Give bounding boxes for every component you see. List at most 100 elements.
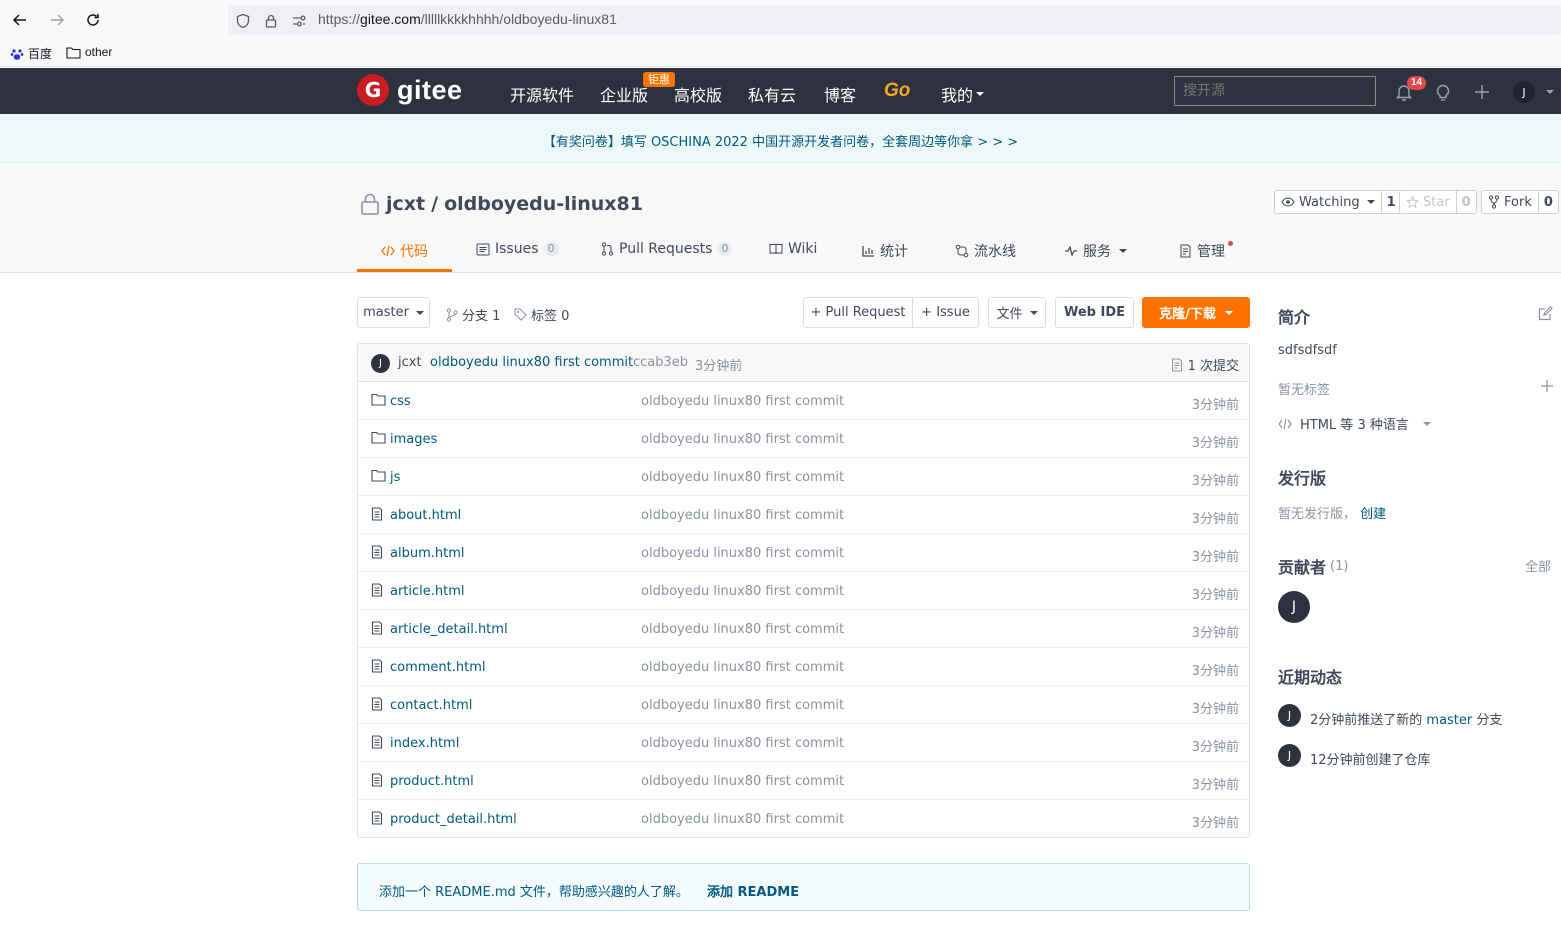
tab-manage[interactable]: 管理 xyxy=(1179,241,1225,261)
reload-icon[interactable] xyxy=(81,8,105,32)
tab-stats[interactable]: 统计 xyxy=(862,241,908,261)
nav-education[interactable]: 高校版 xyxy=(674,82,722,106)
tab-wiki[interactable]: Wiki xyxy=(769,241,817,257)
file-icon xyxy=(371,811,383,825)
file-name-link[interactable]: contact.html xyxy=(390,698,472,713)
file-row[interactable]: article.html oldboyedu linux80 first comm… xyxy=(358,572,1249,610)
tags-link[interactable]: 标签 0 xyxy=(514,305,569,324)
file-commit-message[interactable]: oldboyedu linux80 first commit xyxy=(641,508,844,523)
lock-icon[interactable] xyxy=(262,12,280,30)
file-row[interactable]: product.html oldboyedu linux80 first comm… xyxy=(358,762,1249,800)
file-dropdown[interactable]: 文件 xyxy=(988,297,1046,328)
tab-services[interactable]: 服务 xyxy=(1064,241,1127,261)
tab-pull-requests[interactable]: Pull Requests 0 xyxy=(601,241,733,257)
commit-message[interactable]: oldboyedu linux80 first commit xyxy=(430,355,633,370)
file-name-link[interactable]: article.html xyxy=(390,584,465,599)
web-ide-button[interactable]: Web IDE xyxy=(1055,297,1134,328)
file-row[interactable]: about.html oldboyedu linux80 first commit… xyxy=(358,496,1249,534)
file-commit-message[interactable]: oldboyedu linux80 first commit xyxy=(641,698,844,713)
file-commit-message[interactable]: oldboyedu linux80 first commit xyxy=(641,736,844,751)
create-release-link[interactable]: 创建 xyxy=(1360,507,1386,522)
file-commit-message[interactable]: oldboyedu linux80 first commit xyxy=(641,432,844,447)
tab-code[interactable]: 代码 xyxy=(381,241,428,261)
file-name-link[interactable]: css xyxy=(390,394,411,409)
file-commit-message[interactable]: oldboyedu linux80 first commit xyxy=(641,774,844,789)
commit-author-avatar[interactable]: J xyxy=(371,354,390,373)
search-input[interactable] xyxy=(1174,76,1376,106)
contributor-avatar[interactable]: J xyxy=(1278,591,1310,623)
file-commit-message[interactable]: oldboyedu linux80 first commit xyxy=(641,660,844,675)
address-bar[interactable]: https://gitee.com/lllllkkkkhhhh/oldboyed… xyxy=(228,5,1561,35)
add-tag-plus-icon[interactable] xyxy=(1540,379,1554,393)
back-icon[interactable] xyxy=(8,8,32,32)
edit-icon[interactable] xyxy=(1538,306,1553,321)
nav-private-cloud[interactable]: 私有云 xyxy=(748,82,796,106)
survey-banner-link[interactable]: 【有奖问卷】填写 OSCHINA 2022 中国开源开发者问卷，全套周边等你拿 … xyxy=(543,135,1018,150)
repo-name-link[interactable]: oldboyedu-linux81 xyxy=(444,193,643,215)
shield-icon[interactable] xyxy=(234,12,252,30)
tab-issues[interactable]: Issues 0 xyxy=(476,241,559,257)
file-row[interactable]: comment.html oldboyedu linux80 first comm… xyxy=(358,648,1249,686)
file-commit-message[interactable]: oldboyedu linux80 first commit xyxy=(641,584,844,599)
star-button[interactable]: Star 0 xyxy=(1399,190,1477,214)
file-commit-message[interactable]: oldboyedu linux80 first commit xyxy=(641,546,844,561)
branches-link[interactable]: 分支 1 xyxy=(446,305,500,324)
activity-branch-link[interactable]: master xyxy=(1426,713,1472,728)
bookmark-baidu[interactable]: 百度 xyxy=(10,45,52,62)
new-issue-button[interactable]: + Issue xyxy=(912,297,979,328)
file-commit-message[interactable]: oldboyedu linux80 first commit xyxy=(641,470,844,485)
file-row[interactable]: css oldboyedu linux80 first commit 3分钟前 xyxy=(358,382,1249,420)
file-name-link[interactable]: article_detail.html xyxy=(390,622,508,637)
clone-download-button[interactable]: 克隆/下载 xyxy=(1142,297,1250,328)
file-commit-message[interactable]: oldboyedu linux80 first commit xyxy=(641,622,844,637)
star-count[interactable]: 0 xyxy=(1457,191,1476,213)
lightbulb-icon[interactable] xyxy=(1431,80,1455,104)
file-row[interactable]: album.html oldboyedu linux80 first commit… xyxy=(358,534,1249,572)
commit-author[interactable]: jcxt xyxy=(398,355,422,370)
file-row[interactable]: contact.html oldboyedu linux80 first comm… xyxy=(358,686,1249,724)
nav-blog[interactable]: 博客 xyxy=(824,82,856,106)
file-name-link[interactable]: album.html xyxy=(390,546,464,561)
fork-count[interactable]: 0 xyxy=(1539,191,1558,213)
file-row[interactable]: article_detail.html oldboyedu linux80 fir… xyxy=(358,610,1249,648)
file-commit-message[interactable]: oldboyedu linux80 first commit xyxy=(641,812,844,827)
file-name-link[interactable]: comment.html xyxy=(390,660,486,675)
nav-mine[interactable]: 我的 xyxy=(941,82,985,106)
permissions-icon[interactable] xyxy=(290,12,308,30)
commit-hash[interactable]: ccab3eb xyxy=(633,355,688,370)
file-row[interactable]: index.html oldboyedu linux80 first commit… xyxy=(358,724,1249,762)
repo-owner-link[interactable]: jcxt xyxy=(386,193,425,215)
activity-avatar[interactable]: J xyxy=(1278,744,1301,767)
file-name-link[interactable]: product.html xyxy=(390,774,474,789)
add-readme-link[interactable]: 添加 README xyxy=(707,881,799,900)
new-pull-request-button[interactable]: + Pull Request xyxy=(803,297,913,328)
activity-avatar[interactable]: J xyxy=(1278,704,1301,727)
nav-enterprise[interactable]: 企业版 xyxy=(600,82,648,106)
languages-dropdown[interactable]: HTML 等 3 种语言 xyxy=(1278,414,1431,433)
file-name-link[interactable]: about.html xyxy=(390,508,461,523)
watch-count[interactable]: 1 xyxy=(1382,191,1401,213)
file-row[interactable]: product_detail.html oldboyedu linux80 fir… xyxy=(358,800,1249,838)
gitee-logo[interactable]: G gitee xyxy=(357,74,463,106)
forward-icon[interactable] xyxy=(45,8,69,32)
user-avatar[interactable]: J xyxy=(1513,81,1535,103)
file-name-link[interactable]: product_detail.html xyxy=(390,812,517,827)
file-name-link[interactable]: js xyxy=(390,470,400,485)
commit-count-link[interactable]: 1 次提交 xyxy=(1171,355,1239,374)
fork-button[interactable]: Fork 0 xyxy=(1481,190,1559,214)
intro-heading: 简介 xyxy=(1278,308,1311,327)
branch-select[interactable]: master xyxy=(357,297,430,328)
nav-go[interactable]: Go xyxy=(884,80,910,102)
nav-open-source[interactable]: 开源软件 xyxy=(510,82,574,106)
avatar-menu-chevron-icon[interactable] xyxy=(1536,80,1560,104)
file-name-link[interactable]: images xyxy=(390,432,437,447)
file-row[interactable]: js oldboyedu linux80 first commit 3分钟前 xyxy=(358,458,1249,496)
plus-icon[interactable] xyxy=(1470,80,1494,104)
tab-pipeline[interactable]: 流水线 xyxy=(955,241,1016,261)
file-name-link[interactable]: index.html xyxy=(390,736,459,751)
watch-button[interactable]: Watching 1 xyxy=(1274,190,1402,214)
bookmark-other[interactable]: other xyxy=(66,45,112,59)
file-commit-message[interactable]: oldboyedu linux80 first commit xyxy=(641,394,844,409)
all-contributors-link[interactable]: 全部 xyxy=(1525,556,1551,575)
file-row[interactable]: images oldboyedu linux80 first commit 3分钟前 xyxy=(358,420,1249,458)
